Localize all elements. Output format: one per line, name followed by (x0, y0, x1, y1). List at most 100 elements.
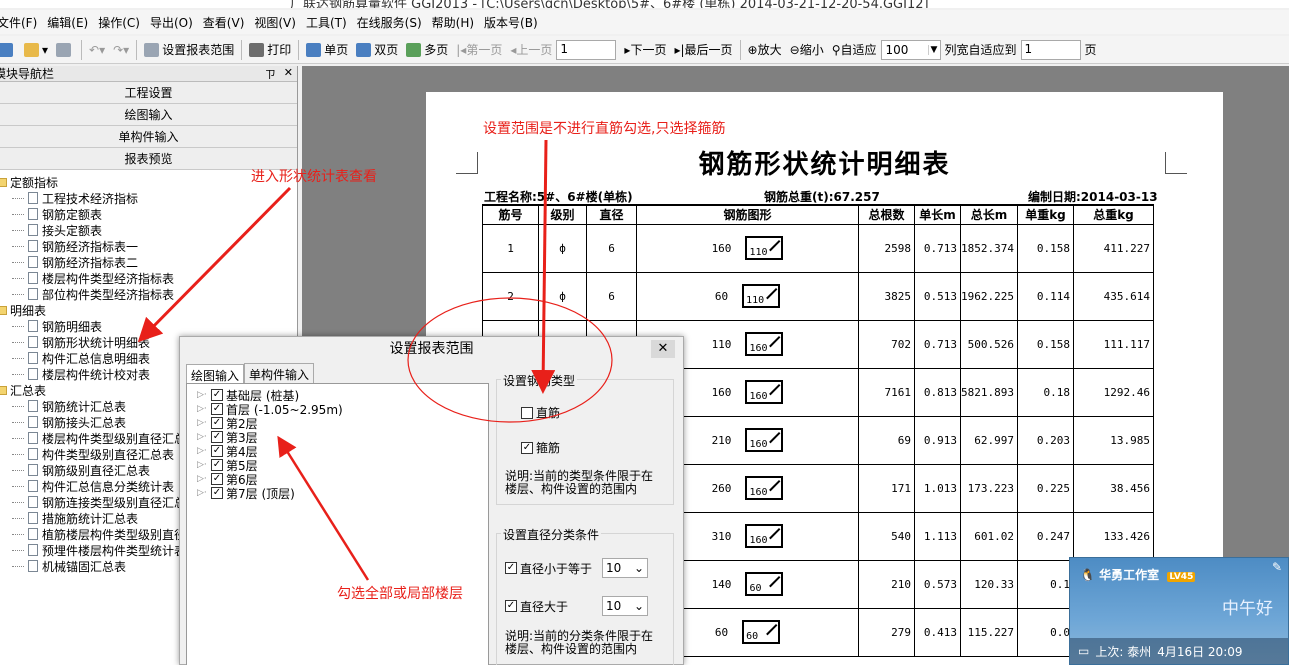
cell-unit-wt: 0.247 (1016, 511, 1074, 561)
cell-unit-len: 0.713 (914, 223, 961, 273)
toolbar-separator (298, 39, 300, 60)
stirrup-checkbox[interactable]: ✓ (521, 441, 533, 454)
dia-gt-value: 10 (606, 599, 622, 613)
menu-item[interactable]: 操作(C) (93, 14, 145, 31)
stirrup-shape-icon: 160 (745, 524, 784, 548)
tree-item[interactable]: 钢筋经济指标表一 (0, 238, 297, 254)
stirrup-option[interactable]: ✓ 箍筋 (521, 439, 673, 456)
toolbar-separator (136, 39, 138, 60)
menu-item[interactable]: 文件(F) (0, 14, 42, 31)
page-number-input[interactable]: 1 (556, 39, 617, 60)
menu-item[interactable]: 在线服务(S) (352, 14, 427, 31)
undo-button[interactable]: ↶▾ (85, 39, 109, 61)
sidebar-tab-single-component[interactable]: 单构件输入 (0, 126, 297, 148)
diameter-group-label: 设置直径分类条件 (501, 526, 602, 543)
floor-checkbox[interactable]: ✓ (211, 403, 223, 415)
expand-icon[interactable]: ▷· (197, 474, 211, 484)
stirrup-shape-icon: 160 (745, 380, 784, 404)
cell-count: 171 (858, 463, 915, 513)
set-range-button[interactable]: 设置报表范围 (140, 39, 238, 61)
tree-item[interactable]: 钢筋明细表 (0, 318, 297, 334)
shape-length: 160 (711, 385, 732, 399)
zoom-out-button[interactable]: ⊖ 缩小 (786, 39, 828, 61)
floor-checkbox[interactable]: ✓ (211, 473, 223, 485)
dia-le-checkbox[interactable]: ✓ (505, 562, 517, 574)
tree-item[interactable]: 楼层构件类型经济指标表 (0, 270, 297, 286)
edit-icon[interactable]: ✎ (1272, 560, 1282, 574)
last-page-button[interactable]: ▸| 最后一页 (670, 39, 736, 61)
floor-item[interactable]: ▷· ✓ 第7层 (顶层) (197, 486, 488, 501)
new-button[interactable] (0, 39, 20, 61)
close-icon[interactable]: ✕ (284, 66, 293, 82)
dia-le-select[interactable]: 10 ⌄ (602, 558, 649, 578)
fit-label: 自适应 (840, 43, 877, 57)
tree-folder[interactable]: 明细表 (0, 302, 297, 318)
print-button[interactable]: 打印 (245, 39, 295, 61)
menu-item[interactable]: 导出(O) (145, 14, 198, 31)
sidebar-tab-drawing-input[interactable]: 绘图输入 (0, 104, 297, 126)
tree-item[interactable]: 接头定额表 (0, 222, 297, 238)
new-icon (0, 42, 13, 57)
expand-icon[interactable]: ▷· (197, 418, 211, 428)
dia-gt-option[interactable]: ✓ 直径大于 10 ⌄ (505, 596, 673, 616)
tab-single-component[interactable]: 单构件输入 (244, 363, 315, 385)
shape-width: 110 (746, 295, 765, 306)
menu-item[interactable]: 工具(T) (301, 14, 352, 31)
fit-button[interactable]: ⚲ 自适应 (828, 39, 881, 61)
menu-item[interactable]: 版本号(B) (479, 14, 543, 31)
dia-le-option[interactable]: ✓ 直径小于等于 10 ⌄ (505, 558, 673, 578)
menu-item[interactable]: 查看(V) (198, 14, 250, 31)
sidebar-tab-project-settings[interactable]: 工程设置 (0, 82, 297, 104)
multi-page-button[interactable]: 多页 (402, 39, 452, 61)
expand-icon[interactable]: ▷· (197, 390, 211, 400)
menu-item[interactable]: 帮助(H) (427, 14, 479, 31)
floor-checkbox[interactable]: ✓ (211, 445, 223, 457)
dialog-close-button[interactable]: ✕ (651, 340, 675, 358)
straight-checkbox[interactable] (521, 406, 533, 419)
zoom-select[interactable]: 100 ▼ (880, 39, 941, 60)
expand-icon[interactable]: ▷· (197, 446, 211, 456)
single-page-button[interactable]: 单页 (302, 39, 352, 61)
expand-icon[interactable]: ▷· (197, 460, 211, 470)
tree-item-label: 钢筋级别直径汇总表 (42, 463, 151, 478)
col-fit-input[interactable]: 1 (1020, 39, 1081, 60)
menu-item[interactable]: 编辑(E) (42, 14, 93, 31)
dia-gt-checkbox[interactable]: ✓ (505, 600, 517, 612)
tree-item-label: 钢筋明细表 (42, 319, 103, 334)
floor-checkbox[interactable]: ✓ (211, 431, 223, 443)
tree-item[interactable]: 部位构件类型经济指标表 (0, 286, 297, 302)
zoom-in-button[interactable]: ⊕ 放大 (744, 39, 786, 61)
prev-page-button[interactable]: ◂ 上一页 (506, 39, 556, 61)
double-page-button[interactable]: 双页 (352, 39, 402, 61)
floor-label: 第7层 (顶层) (226, 486, 295, 501)
cell-count: 279 (858, 607, 915, 657)
menu-item[interactable]: 视图(V) (249, 14, 301, 31)
cell-no: 2 (482, 271, 539, 321)
tree-item-label: 明细表 (10, 303, 47, 318)
pin-icon[interactable]: ㄗ (265, 66, 276, 82)
rebar-shape: 60 110 (715, 284, 781, 308)
open-button[interactable]: ▾ (20, 39, 52, 61)
floor-checkbox[interactable]: ✓ (211, 459, 223, 471)
straight-option[interactable]: 直筋 (521, 404, 673, 421)
tree-item[interactable]: 钢筋经济指标表二 (0, 254, 297, 270)
tree-item[interactable]: 工程技术经济指标 (0, 190, 297, 206)
expand-icon[interactable]: ▷· (197, 432, 211, 442)
zoom-value: 100 (885, 42, 909, 57)
qq-login-popup[interactable]: 🐧 华勇工作室 LV45 ✎ 中午好 ▭ 上次: 泰州 4月16日 20:09 (1069, 557, 1289, 665)
tree-item-label: 钢筋经济指标表二 (42, 255, 139, 270)
next-page-label: 下一页 (630, 43, 667, 57)
save-button[interactable] (52, 39, 78, 61)
floor-checkbox[interactable]: ✓ (211, 389, 223, 401)
cell-unit-wt: 0.225 (1016, 463, 1074, 513)
expand-icon[interactable]: ▷· (197, 488, 211, 498)
next-page-button[interactable]: ▸ 下一页 (620, 39, 670, 61)
floor-checkbox[interactable]: ✓ (211, 417, 223, 429)
cell-total-wt: 1292.46 (1072, 367, 1154, 417)
floor-checkbox[interactable]: ✓ (211, 487, 223, 499)
redo-button[interactable]: ↷▾ (109, 39, 133, 61)
dia-gt-select[interactable]: 10 ⌄ (602, 596, 649, 616)
expand-icon[interactable]: ▷· (197, 404, 211, 414)
tree-item[interactable]: 钢筋定额表 (0, 206, 297, 222)
first-page-button[interactable]: |◂ 第一页 (452, 39, 506, 61)
